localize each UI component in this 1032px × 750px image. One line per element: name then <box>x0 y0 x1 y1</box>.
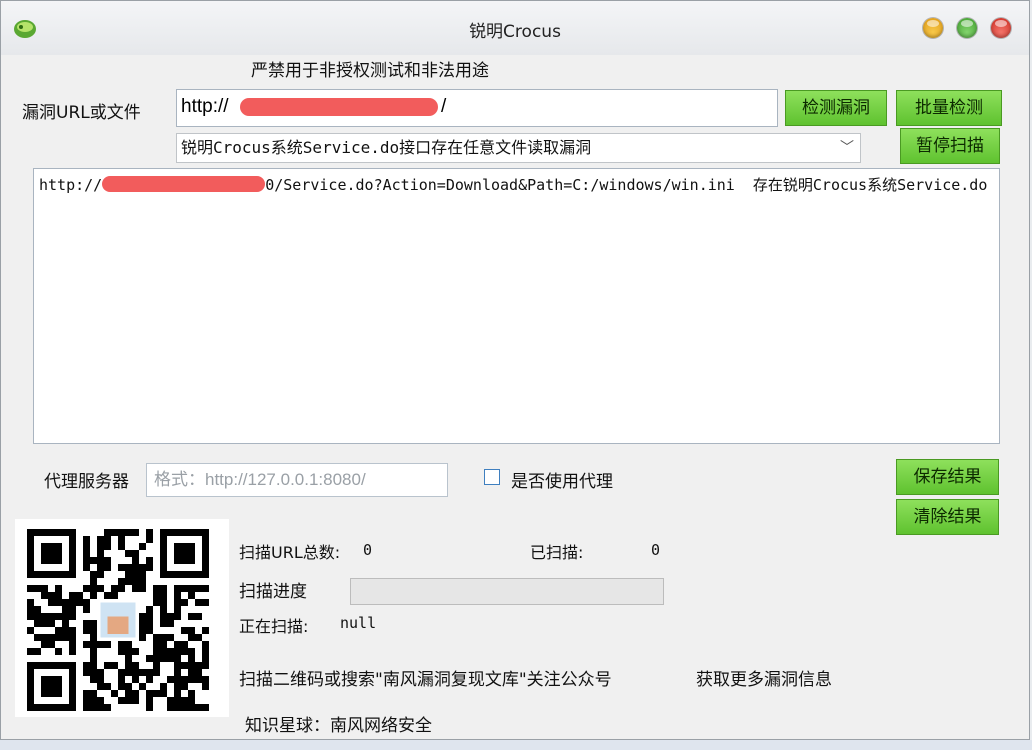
url-suffix: / <box>441 96 447 117</box>
result-text: 0/Service.do?Action=Download&Path=C:/win… <box>265 176 988 194</box>
result-output[interactable]: http:// 0/Service.do?Action=Download&Path… <box>33 168 1000 444</box>
use-proxy-label: 是否使用代理 <box>511 472 613 492</box>
batch-check-button[interactable]: 批量检测 <box>896 90 1002 126</box>
proxy-field[interactable] <box>147 464 447 496</box>
qr-code <box>15 519 229 717</box>
total-value: 0 <box>363 541 373 559</box>
progress-label: 扫描进度 <box>239 582 307 602</box>
minimize-button[interactable] <box>923 18 943 38</box>
vuln-type-selected: 锐明Crocus系统Service.do接口存在任意文件读取漏洞 <box>181 138 592 157</box>
current-scan-label: 正在扫描: <box>239 617 309 636</box>
usage-warning: 严禁用于非授权测试和非法用途 <box>251 61 489 81</box>
target-label: 漏洞URL或文件 <box>22 103 141 123</box>
pause-scan-button[interactable]: 暂停扫描 <box>900 128 1000 164</box>
use-proxy-checkbox[interactable] <box>484 469 500 485</box>
clear-results-button[interactable]: 清除结果 <box>896 499 999 535</box>
total-label: 扫描URL总数: <box>239 543 341 562</box>
qr-instructions: 扫描二维码或搜索"南风漏洞复现文库"关注公众号 <box>239 670 612 690</box>
more-info-text: 获取更多漏洞信息 <box>696 670 832 690</box>
result-line: http:// 0/Service.do?Action=Download&Path… <box>39 174 987 195</box>
title-bar: 锐明Crocus <box>1 1 1029 55</box>
app-window: 锐明Crocus 严禁用于非授权测试和非法用途 漏洞URL或文件 http://… <box>0 0 1030 740</box>
close-button[interactable] <box>991 18 1011 38</box>
url-prefix: http:// <box>181 96 229 117</box>
scanned-value: 0 <box>651 541 661 559</box>
qr-code-image <box>27 529 209 711</box>
maximize-button[interactable] <box>957 18 977 38</box>
knowledge-planet-text: 知识星球：南风网络安全 <box>245 716 432 736</box>
window-title: 锐明Crocus <box>469 22 561 42</box>
target-url-input[interactable]: http:// / <box>176 89 778 127</box>
save-results-button[interactable]: 保存结果 <box>896 459 999 495</box>
desktop-background <box>0 740 1032 750</box>
check-vuln-button[interactable]: 检测漏洞 <box>785 90 887 126</box>
proxy-input[interactable] <box>146 463 448 497</box>
vuln-type-select[interactable]: 锐明Crocus系统Service.do接口存在任意文件读取漏洞 ﹀ <box>176 133 861 163</box>
redacted-host <box>240 98 438 116</box>
result-url-prefix: http:// <box>39 176 103 194</box>
proxy-label: 代理服务器 <box>44 472 129 492</box>
scanned-label: 已扫描: <box>530 543 584 562</box>
current-scan-value: null <box>340 614 377 632</box>
scan-progress-bar <box>350 578 664 605</box>
redacted-host <box>102 176 266 192</box>
chevron-down-icon[interactable]: ﹀ <box>840 134 854 162</box>
